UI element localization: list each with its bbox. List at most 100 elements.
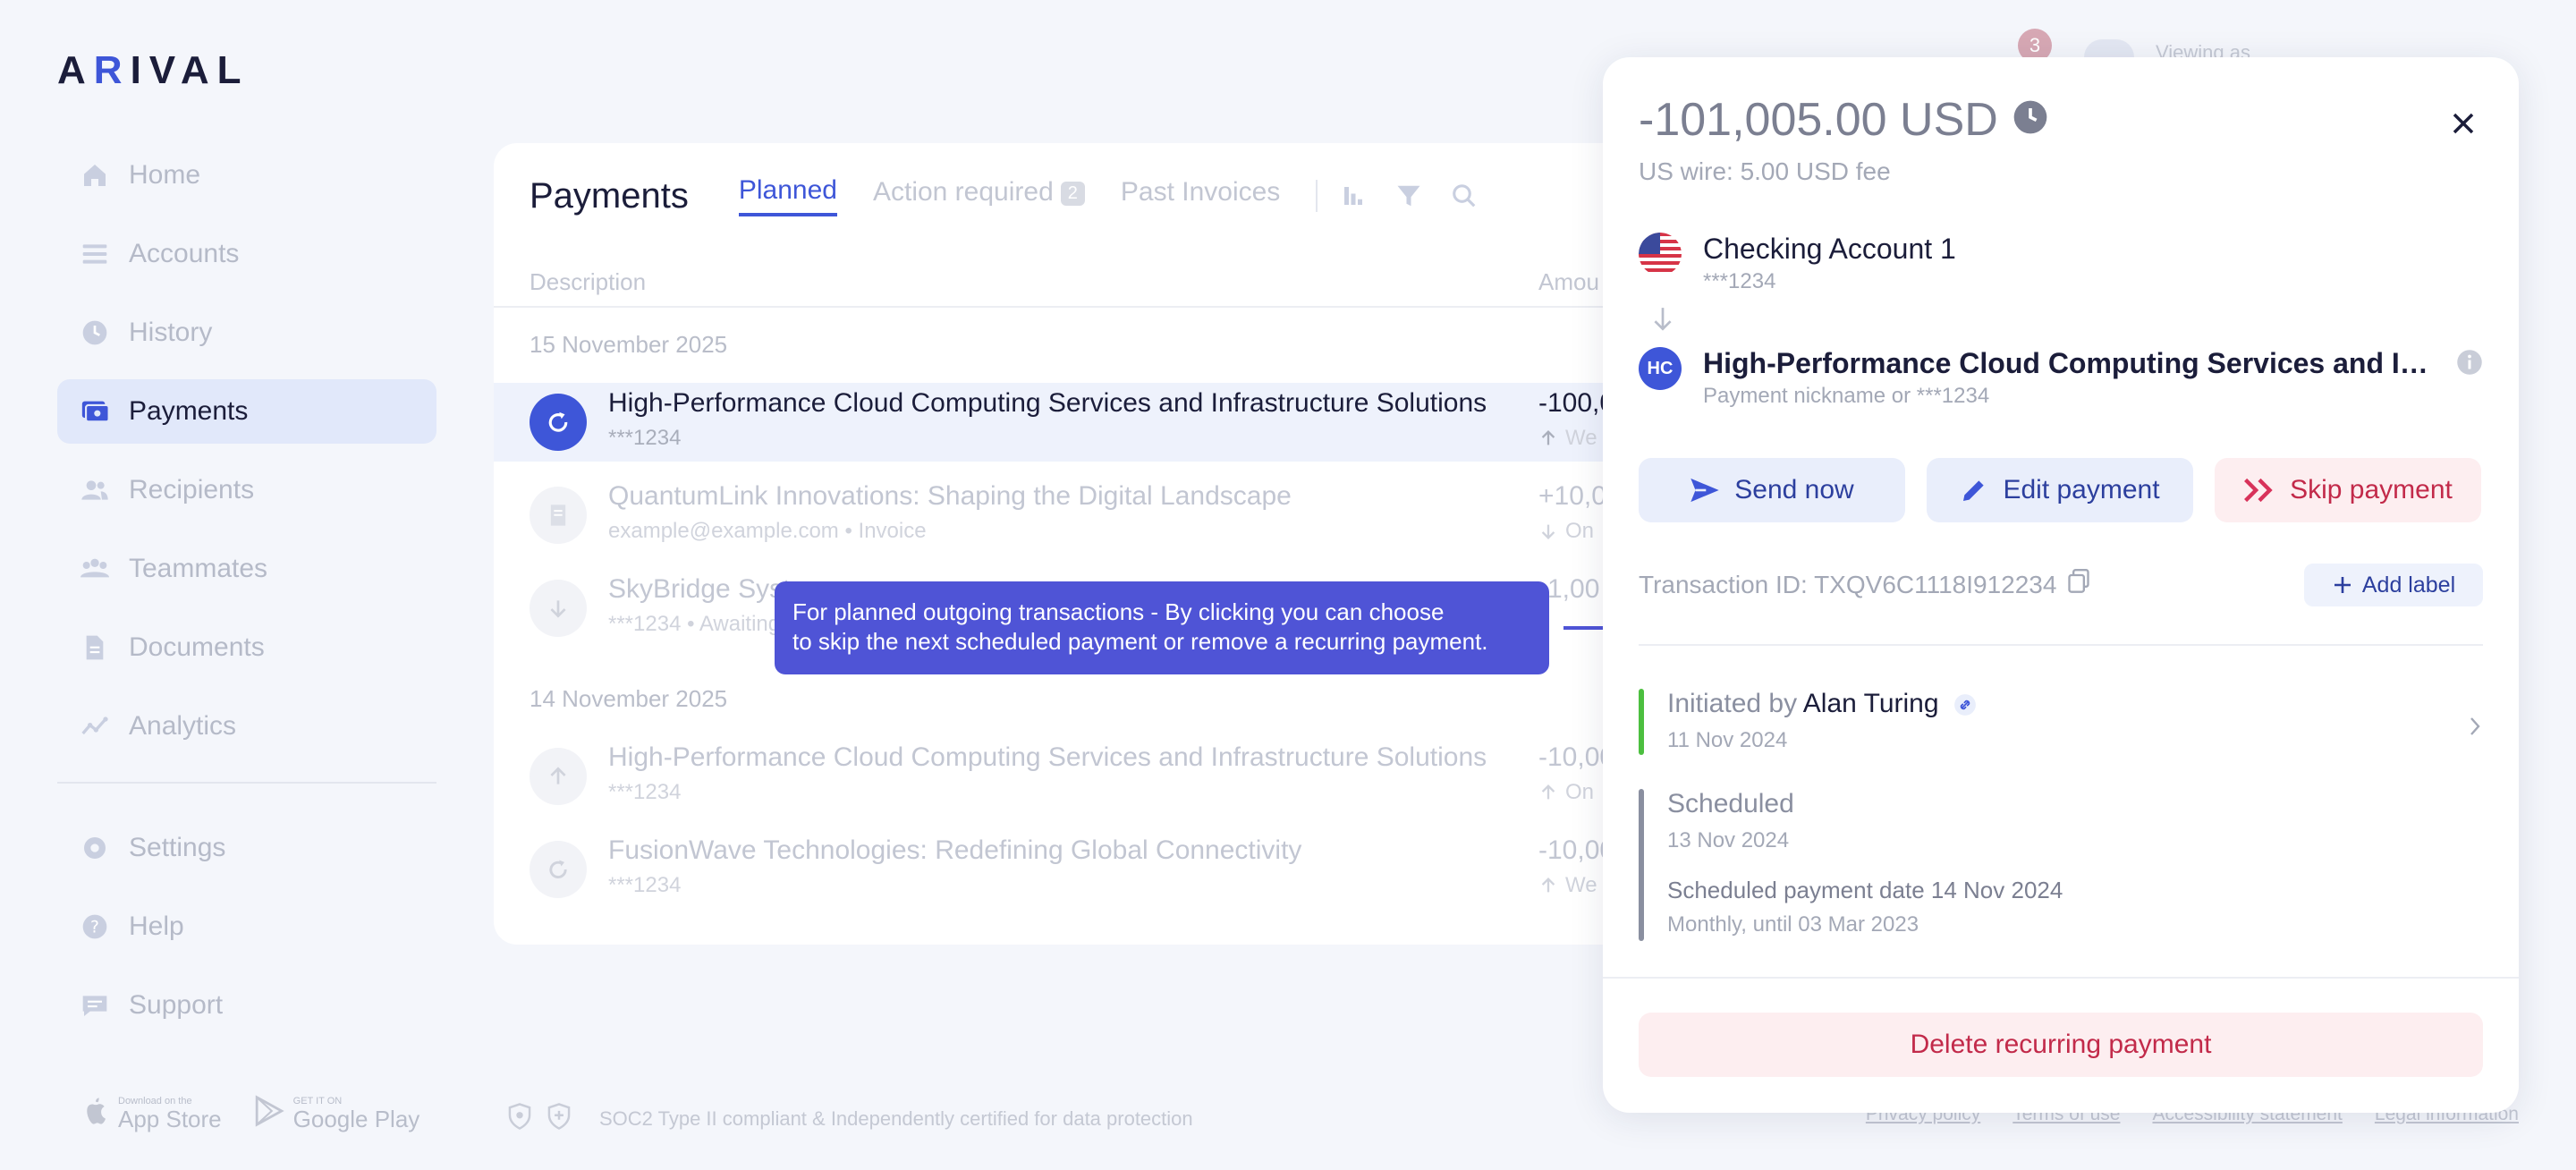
sidebar-item-payments[interactable]: Payments — [57, 379, 436, 444]
row-amount-sub-text: We — [1565, 873, 1597, 897]
sidebar-item-history[interactable]: History — [57, 301, 436, 365]
sidebar-item-support[interactable]: Support — [57, 973, 436, 1038]
divider — [1603, 977, 2519, 979]
tooltip-line-1: For planned outgoing transactions - By c… — [792, 598, 1445, 625]
payment-fee: US wire: 5.00 USD fee — [1639, 157, 1891, 185]
initiated-date: 11 Nov 2024 — [1667, 728, 1788, 752]
analytics-icon — [79, 710, 111, 742]
search-icon[interactable] — [1446, 178, 1482, 214]
payment-amount: -101,005.00 USD — [1639, 93, 2048, 147]
recurring-icon — [530, 394, 587, 451]
sidebar-divider — [57, 782, 436, 784]
row-amount-sub: On — [1538, 780, 1594, 805]
tab-planned[interactable]: Planned — [738, 175, 837, 216]
gear-icon — [79, 832, 111, 864]
app-store-big: App Store — [118, 1105, 222, 1132]
scheduled-date: 13 Nov 2024 — [1667, 828, 1790, 852]
recurrence: Monthly, until 03 Mar 2023 — [1667, 912, 1919, 937]
table-row[interactable]: QuantumLink Innovations: Shaping the Dig… — [494, 476, 1746, 555]
compliance-note: SOC2 Type II compliant & Independently c… — [506, 1102, 1193, 1136]
google-play-badge[interactable]: GET IT ON Google Play — [254, 1095, 420, 1132]
apple-icon — [82, 1096, 109, 1131]
compliance-text: SOC2 Type II compliant & Independently c… — [599, 1107, 1193, 1130]
arrow-up-icon — [1541, 430, 1555, 445]
google-play-small: GET IT ON — [292, 1095, 343, 1106]
sidebar-item-label: Settings — [129, 833, 226, 862]
clock-icon — [2012, 93, 2048, 147]
tab-action-required[interactable]: Action required 2 — [873, 177, 1085, 215]
table-row[interactable]: High-Performance Cloud Computing Service… — [494, 383, 1746, 462]
recipients-icon — [79, 474, 111, 506]
sidebar-item-documents[interactable]: Documents — [57, 615, 436, 680]
close-icon[interactable] — [2444, 104, 2483, 143]
arrow-up-icon — [1541, 784, 1555, 800]
skip-payment-button[interactable]: Skip payment — [2215, 458, 2481, 522]
sidebar-item-label: Recipients — [129, 475, 255, 504]
copy-icon[interactable] — [2067, 569, 2090, 600]
home-icon — [79, 159, 111, 191]
edit-payment-button[interactable]: Edit payment — [1927, 458, 2193, 522]
row-title: High-Performance Cloud Computing Service… — [608, 742, 1487, 772]
row-amount-sub: We — [1538, 873, 1597, 898]
google-play-big: Google Play — [292, 1105, 420, 1132]
toolbar-divider — [1316, 180, 1318, 212]
teammates-icon — [79, 553, 111, 585]
sidebar-item-analytics[interactable]: Analytics — [57, 694, 436, 759]
delete-recurring-payment-button[interactable]: Delete recurring payment — [1639, 1013, 2483, 1077]
sidebar-item-help[interactable]: ? Help — [57, 894, 436, 959]
google-play-icon — [254, 1095, 284, 1132]
onboarding-tooltip: For planned outgoing transactions - By c… — [775, 581, 1549, 674]
source-account[interactable]: Checking Account 1 ***1234 — [1639, 233, 1956, 294]
app-store-small: Download on the — [118, 1095, 192, 1106]
send-icon — [1690, 478, 1719, 503]
source-account-name: Checking Account 1 — [1703, 233, 1956, 265]
sidebar-item-label: Help — [129, 911, 184, 941]
sidebar-item-settings[interactable]: Settings — [57, 816, 436, 880]
transaction-id: Transaction ID: TXQV6C1118I912234 — [1639, 569, 2090, 600]
arival-logo[interactable]: ARIVAL — [57, 48, 250, 93]
payment-detail-panel: -101,005.00 USD US wire: 5.00 USD fee Ch… — [1603, 57, 2519, 1113]
arrow-down-icon — [530, 580, 587, 637]
filter-icon[interactable] — [1391, 178, 1427, 214]
sidebar-item-home[interactable]: Home — [57, 143, 436, 208]
sidebar-item-label: History — [129, 318, 213, 347]
row-amount-sub: On — [1538, 519, 1594, 544]
timeline-initiated[interactable]: Initiated by Alan Turing 11 Nov 2024 — [1639, 689, 2483, 755]
us-flag-icon — [1639, 233, 1682, 276]
status-bar-grey — [1639, 789, 1644, 941]
arrow-up-icon — [530, 748, 587, 805]
table-row[interactable]: FusionWave Technologies: Redefining Glob… — [494, 830, 1746, 909]
send-now-button[interactable]: Send now — [1639, 458, 1905, 522]
payments-header: Payments Planned Action required 2 Past I… — [530, 175, 1502, 216]
row-amount-sub-text: On — [1565, 519, 1595, 543]
documents-icon — [79, 632, 111, 664]
add-label-button[interactable]: Add label — [2304, 564, 2483, 606]
app-store-badge[interactable]: Download on the App Store — [82, 1096, 222, 1132]
skip-icon — [2244, 478, 2273, 503]
sidebar-item-label: Payments — [129, 396, 249, 426]
arrow-down-icon — [1654, 308, 1672, 331]
source-account-number: ***1234 — [1703, 269, 1776, 293]
sidebar: Home Accounts History Payments Recipient… — [57, 143, 436, 1052]
sort-icon[interactable] — [1335, 178, 1371, 214]
table-row[interactable]: High-Performance Cloud Computing Service… — [494, 737, 1746, 816]
recipient-account[interactable]: HC High-Performance Cloud Computing Serv… — [1639, 347, 2445, 409]
column-description[interactable]: Description — [530, 268, 646, 296]
initiated-by: Initiated by Alan Turing — [1667, 689, 1977, 719]
store-badges: Download on the App Store GET IT ON Google… — [82, 1095, 419, 1132]
invoice-icon — [530, 487, 587, 544]
history-icon — [79, 317, 111, 349]
row-amount-sub-text: We — [1565, 426, 1597, 450]
recurring-icon — [530, 841, 587, 898]
skip-payment-label: Skip payment — [2290, 475, 2453, 504]
sidebar-item-teammates[interactable]: Teammates — [57, 537, 436, 601]
sidebar-item-recipients[interactable]: Recipients — [57, 458, 436, 522]
row-sub: ***1234 • Awaiting — [608, 612, 781, 636]
column-amount[interactable]: Amou — [1538, 268, 1599, 296]
info-icon[interactable] — [2456, 349, 2483, 380]
tab-past-invoices[interactable]: Past Invoices — [1121, 177, 1280, 215]
sidebar-item-accounts[interactable]: Accounts — [57, 222, 436, 286]
arrow-down-icon — [1541, 524, 1555, 539]
initiator-name: Alan Turing — [1802, 689, 1939, 718]
count-badge: 2 — [1060, 181, 1085, 206]
